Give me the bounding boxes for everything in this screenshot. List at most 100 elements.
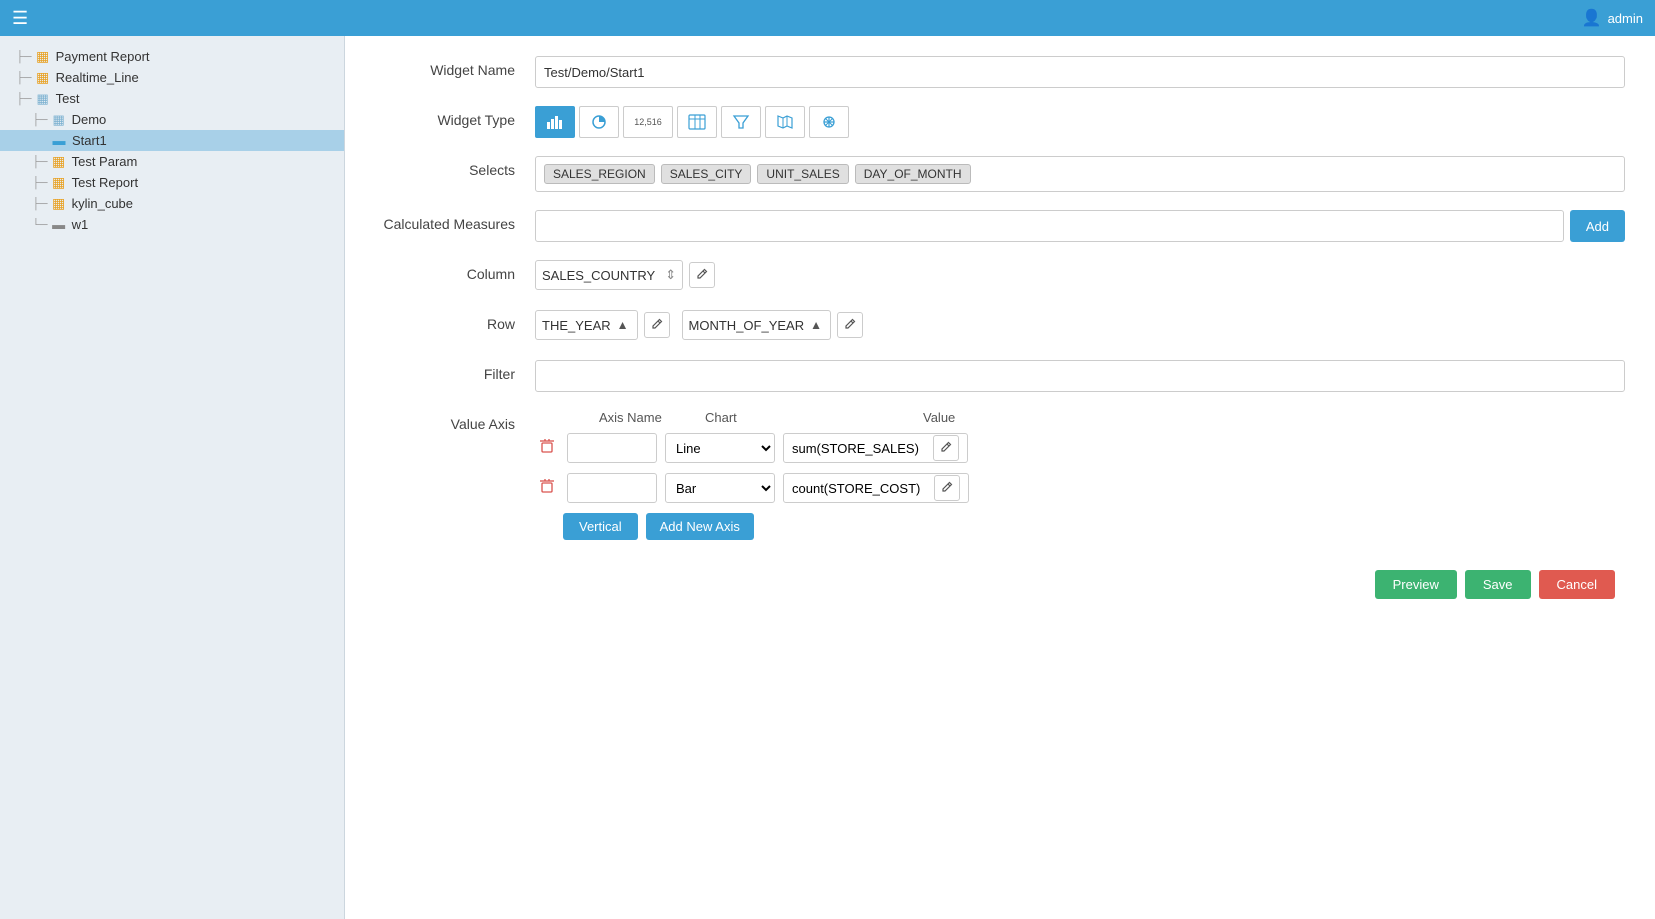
widget-name-label: Widget Name: [375, 56, 535, 78]
axis-name-input-1[interactable]: [567, 433, 657, 463]
sidebar-item-realtime-line[interactable]: ├─ ▦ Realtime_Line: [0, 67, 344, 88]
sidebar-item-start1[interactable]: ▬ Start1: [0, 130, 344, 151]
axis-header-value: Value: [923, 410, 955, 425]
sidebar-item-kylin-cube[interactable]: ├─ ▦ kylin_cube: [0, 193, 344, 214]
row-arrow-month-of-year[interactable]: ▲: [808, 318, 824, 332]
filter-input[interactable]: [535, 360, 1625, 392]
select-tag-unit-sales: UNIT_SALES: [757, 164, 848, 184]
row-row: Row THE_YEAR ▲ MONTH_OF_YEAR ▲: [375, 310, 1625, 342]
axis-name-input-2[interactable]: [567, 473, 657, 503]
delete-axis-1-button[interactable]: [535, 438, 559, 459]
column-edit-button[interactable]: [689, 262, 715, 288]
value-formula-1: sum(STORE_SALES): [792, 441, 919, 456]
table-icon: [688, 114, 706, 130]
column-dropdown-arrow: ⇕: [665, 267, 676, 283]
row-dropdown-month-of-year[interactable]: MONTH_OF_YEAR ▲: [682, 310, 831, 340]
report-icon: ▦: [34, 50, 52, 64]
sidebar-item-label: Start1: [72, 133, 107, 148]
sidebar-item-demo[interactable]: ├─ ▦ Demo: [0, 109, 344, 130]
connector: ├─: [16, 51, 32, 63]
widget-type-table[interactable]: [677, 106, 717, 138]
sidebar-item-w1[interactable]: └─ ▬ w1: [0, 214, 344, 235]
axis-row-1: Line Bar Area Scatter sum(STORE_SALES): [535, 433, 1625, 463]
filter-icon: [732, 114, 750, 130]
folder-icon: ▦: [34, 92, 52, 106]
axis-row-2: Line Bar Area Scatter count(STORE_COST): [535, 473, 1625, 503]
row-label: Row: [375, 310, 535, 332]
custom-icon: [820, 114, 838, 130]
value-axis-headers: Axis Name Chart Value: [535, 410, 1625, 425]
sidebar-item-test[interactable]: ├─ ▦ Test: [0, 88, 344, 109]
sidebar-item-test-report[interactable]: ├─ ▦ Test Report: [0, 172, 344, 193]
widget-type-map[interactable]: [765, 106, 805, 138]
delete-axis-2-button[interactable]: [535, 478, 559, 499]
sidebar: ├─ ▦ Payment Report ├─ ▦ Realtime_Line ├…: [0, 36, 345, 919]
connector: ├─: [32, 177, 48, 189]
value-edit-button-1[interactable]: [933, 435, 959, 461]
sidebar-item-label: kylin_cube: [72, 196, 133, 211]
value-formula-2: count(STORE_COST): [792, 481, 920, 496]
value-edit-button-2[interactable]: [934, 475, 960, 501]
row-dropdown-the-year[interactable]: THE_YEAR ▲: [535, 310, 638, 340]
calculated-measures-input[interactable]: [535, 210, 1564, 242]
row-arrow-the-year[interactable]: ▲: [615, 318, 631, 332]
sidebar-item-payment-report[interactable]: ├─ ▦ Payment Report: [0, 46, 344, 67]
sidebar-item-label: Test Report: [72, 175, 138, 190]
connector: ├─: [32, 198, 48, 210]
sidebar-item-label: Payment Report: [56, 49, 150, 64]
row-value-month-of-year: MONTH_OF_YEAR: [689, 318, 805, 333]
delete-icon: [539, 478, 555, 494]
widget-type-bar-chart[interactable]: [535, 106, 575, 138]
preview-button[interactable]: Preview: [1375, 570, 1457, 599]
cancel-button[interactable]: Cancel: [1539, 570, 1615, 599]
user-icon: 👤: [1582, 8, 1602, 28]
report-icon: ▦: [50, 176, 68, 190]
filter-control: [535, 360, 1625, 392]
hamburger-icon[interactable]: ☰: [12, 8, 28, 29]
sidebar-item-test-param[interactable]: ├─ ▦ Test Param: [0, 151, 344, 172]
value-axis-row: Value Axis Axis Name Chart Value: [375, 410, 1625, 540]
connector: ├─: [32, 114, 48, 126]
add-new-axis-button[interactable]: Add New Axis: [646, 513, 754, 540]
chart-type-select-2[interactable]: Line Bar Area Scatter: [665, 473, 775, 503]
select-tag-sales-region: SALES_REGION: [544, 164, 655, 184]
widget-type-pie-chart[interactable]: [579, 106, 619, 138]
vertical-button[interactable]: Vertical: [563, 513, 638, 540]
widget-name-control: [535, 56, 1625, 88]
widget-name-input[interactable]: [535, 56, 1625, 88]
edit-icon: [844, 318, 856, 330]
edit-icon: [696, 268, 708, 280]
row-control: THE_YEAR ▲ MONTH_OF_YEAR ▲: [535, 310, 1625, 340]
value-display-2: count(STORE_COST): [783, 473, 969, 503]
widget-type-label: Widget Type: [375, 106, 535, 128]
add-measure-button[interactable]: Add: [1570, 210, 1625, 242]
widget-type-number[interactable]: 12,516: [623, 106, 673, 138]
axis-header-chart: Chart: [705, 410, 825, 425]
number-label: 12,516: [634, 117, 662, 127]
save-button[interactable]: Save: [1465, 570, 1531, 599]
action-buttons: Preview Save Cancel: [375, 570, 1625, 599]
map-icon: [776, 114, 794, 130]
document-icon: ▬: [50, 218, 68, 232]
sidebar-item-label: Test: [56, 91, 80, 106]
widget-type-control: 12,516: [535, 106, 1625, 138]
filter-label: Filter: [375, 360, 535, 382]
calculated-measures-control: Add: [535, 210, 1625, 242]
main-layout: ├─ ▦ Payment Report ├─ ▦ Realtime_Line ├…: [0, 36, 1655, 919]
bar-chart-icon: [546, 114, 564, 130]
value-display-1: sum(STORE_SALES): [783, 433, 968, 463]
connector: ├─: [16, 93, 32, 105]
pie-chart-icon: [590, 114, 608, 130]
folder-icon: ▦: [50, 113, 68, 127]
selects-container[interactable]: SALES_REGION SALES_CITY UNIT_SALES DAY_O…: [535, 156, 1625, 192]
column-dropdown[interactable]: SALES_COUNTRY ⇕: [535, 260, 683, 290]
row-edit-button-2[interactable]: [837, 312, 863, 338]
row-edit-button-1[interactable]: [644, 312, 670, 338]
widget-name-row: Widget Name: [375, 56, 1625, 88]
widget-type-filter[interactable]: [721, 106, 761, 138]
column-value: SALES_COUNTRY: [542, 268, 655, 283]
chart-type-select-1[interactable]: Line Bar Area Scatter: [665, 433, 775, 463]
connector: ├─: [16, 72, 32, 84]
widget-type-custom[interactable]: [809, 106, 849, 138]
calculated-measures-row: Calculated Measures Add: [375, 210, 1625, 242]
